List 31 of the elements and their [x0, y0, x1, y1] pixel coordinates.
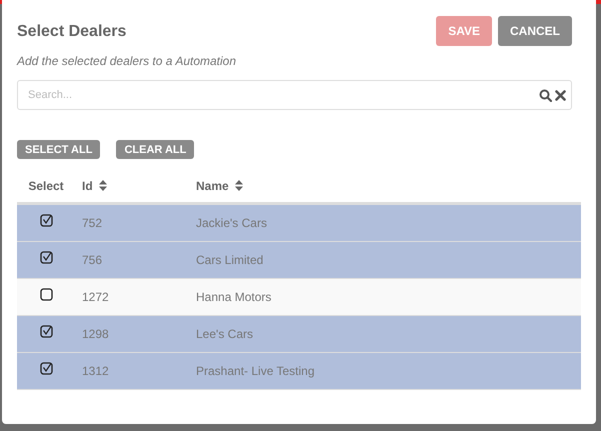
id-cell-text: 1312: [81, 364, 110, 378]
cancel-button[interactable]: CANCEL: [498, 16, 572, 46]
checked-checkbox[interactable]: [40, 250, 52, 264]
close-icon: [555, 90, 566, 101]
column-header: Select: [28, 178, 64, 192]
id-cell-text: 1272: [81, 290, 110, 304]
checkbox[interactable]: [40, 288, 52, 300]
search-field[interactable]: Search...: [17, 80, 572, 110]
id-cell-text: 756: [81, 253, 104, 267]
column-header[interactable]: Id: [82, 178, 93, 192]
table-row[interactable]: 1272 Hanna Motors: [17, 279, 581, 316]
id-cell-text: 752: [81, 216, 104, 230]
checked-checkbox[interactable]: [40, 214, 52, 226]
name-cell-text: Prashant- Live Testing: [196, 364, 316, 378]
search-icon: [539, 89, 552, 102]
id-cell-text: 1298: [81, 327, 110, 341]
table-row[interactable]: 1298 Lee's Cars: [17, 316, 581, 353]
name-cell-text: Hanna Motors: [196, 290, 272, 304]
dialog-title: Select Dealers: [17, 22, 126, 41]
name-cell-text: Lee's Cars: [196, 327, 254, 341]
table-row[interactable]: 756 Cars Limited: [17, 242, 581, 279]
table-row[interactable]: 1312 Prashant- Live Testing: [17, 353, 581, 390]
name-cell-text: Cars Limited: [196, 253, 264, 267]
checked-checkbox[interactable]: [40, 324, 52, 338]
name-cell-text: Jackie's Cars: [196, 216, 268, 230]
clear-all-button[interactable]: CLEAR ALL: [116, 140, 194, 159]
column-header[interactable]: Name: [196, 178, 229, 192]
checked-checkbox[interactable]: [40, 362, 52, 374]
dialog-subtitle: Add the selected dealers to a Automation: [17, 54, 238, 68]
select-all-button[interactable]: SELECT ALL: [17, 140, 100, 159]
table-row[interactable]: 752 Jackie's Cars: [17, 205, 581, 242]
